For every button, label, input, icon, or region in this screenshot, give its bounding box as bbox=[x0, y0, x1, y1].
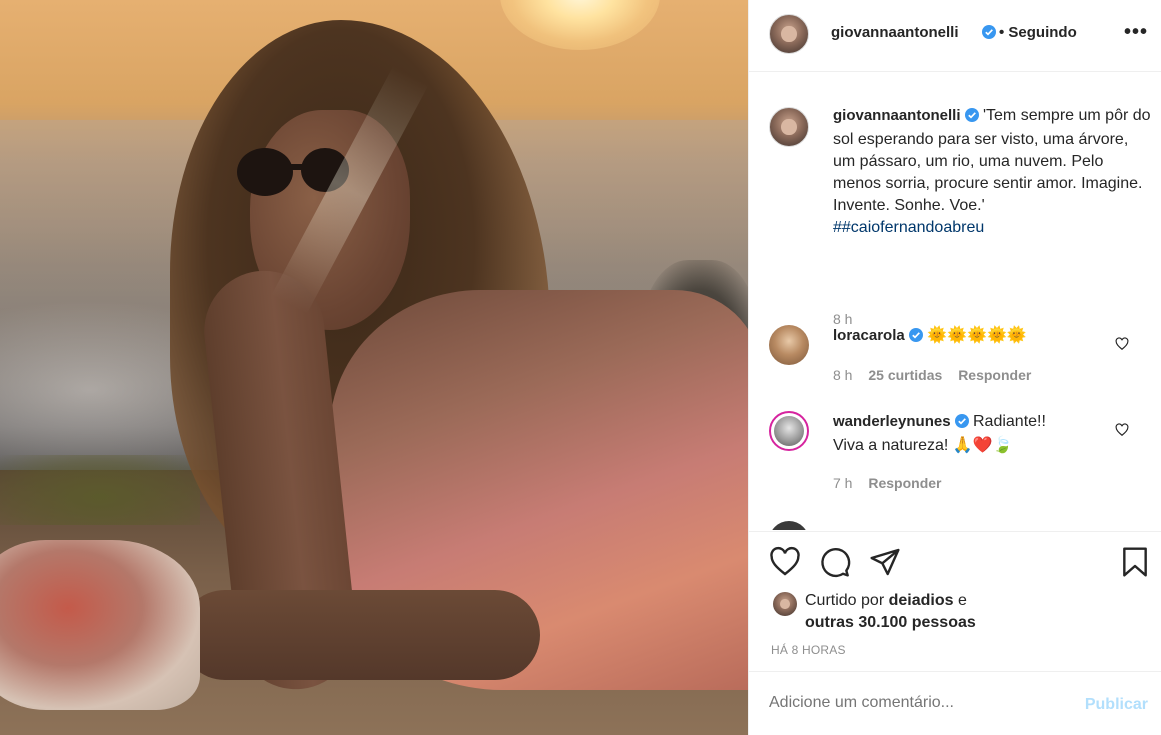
save-bookmark-icon[interactable] bbox=[1119, 546, 1151, 578]
verified-icon bbox=[982, 25, 996, 43]
comment-meta: 7 h Responder bbox=[833, 475, 953, 491]
reply-button[interactable]: Responder bbox=[868, 475, 941, 491]
likes-text: Curtido por deiadios e outras 30.100 pes… bbox=[805, 590, 976, 634]
comment-text: loracarola 🌞🌞🌞🌞🌞 bbox=[833, 325, 1093, 349]
verified-icon bbox=[954, 413, 969, 435]
posted-timestamp[interactable]: HÁ 8 HORAS bbox=[771, 643, 846, 657]
hashtag-link[interactable]: ##caiofernandoabreu bbox=[833, 219, 984, 236]
liker-avatar[interactable] bbox=[773, 592, 797, 616]
sun bbox=[500, 0, 660, 50]
liker-username[interactable]: deiadios bbox=[889, 592, 954, 609]
reply-button[interactable]: Responder bbox=[958, 367, 1031, 383]
grass bbox=[0, 455, 200, 525]
commenter-avatar-story-ring[interactable] bbox=[769, 411, 809, 451]
forearm bbox=[180, 590, 540, 680]
follow-status[interactable]: • Seguindo bbox=[999, 24, 1077, 41]
comment-bubble-icon[interactable] bbox=[819, 546, 851, 578]
verified-icon bbox=[908, 327, 923, 349]
comment-meta: 8 h 25 curtidas Responder bbox=[833, 367, 1043, 383]
post-photo[interactable] bbox=[0, 0, 748, 735]
verified-icon bbox=[964, 107, 979, 129]
comment-body-line2: Viva a natureza! 🙏❤️🍃 bbox=[833, 437, 1013, 454]
comment-body: 🌞🌞🌞🌞🌞 bbox=[927, 327, 1027, 344]
like-comment-heart-icon[interactable] bbox=[1115, 423, 1129, 441]
caption-author-avatar[interactable] bbox=[769, 107, 809, 147]
share-paper-plane-icon[interactable] bbox=[869, 546, 901, 578]
more-horizontal-icon[interactable]: ••• bbox=[1124, 22, 1148, 42]
comment-likes[interactable]: 25 curtidas bbox=[868, 367, 942, 383]
comment-text: wanderleynunes Radiante!! Viva a naturez… bbox=[833, 411, 1093, 457]
commenter-avatar[interactable] bbox=[769, 521, 809, 530]
like-comment-heart-icon[interactable] bbox=[1115, 337, 1129, 355]
caption-username[interactable]: giovannaantonelli bbox=[833, 107, 961, 124]
comment-username[interactable]: wanderleynunes bbox=[833, 413, 951, 430]
likes-others-count[interactable]: outras 30.100 pessoas bbox=[805, 614, 976, 631]
caption-text: giovannaantonelli 'Tem sempre um pôr do … bbox=[833, 105, 1153, 239]
comment-time[interactable]: 7 h bbox=[833, 475, 852, 491]
comment-input[interactable] bbox=[769, 694, 1069, 712]
add-comment-bar: Publicar bbox=[749, 671, 1161, 735]
comment-time[interactable]: 8 h bbox=[833, 367, 852, 383]
likes-prefix: Curtido por bbox=[805, 592, 885, 609]
author-username[interactable]: giovannaantonelli bbox=[831, 24, 959, 41]
like-heart-icon[interactable] bbox=[769, 546, 801, 578]
post-actions: Curtido por deiadios e outras 30.100 pes… bbox=[749, 531, 1161, 671]
comment-username[interactable]: loracarola bbox=[833, 327, 905, 344]
likes-connector: e bbox=[957, 592, 967, 609]
post-side-panel: giovannaantonelli • Seguindo ••• giovann… bbox=[748, 0, 1161, 735]
post-header: giovannaantonelli • Seguindo ••• bbox=[749, 0, 1161, 72]
author-avatar[interactable] bbox=[769, 14, 809, 54]
comments-list[interactable]: giovannaantonelli 'Tem sempre um pôr do … bbox=[749, 73, 1161, 530]
comment-body: Radiante!! bbox=[973, 413, 1046, 430]
publish-button[interactable]: Publicar bbox=[1085, 696, 1148, 714]
towel bbox=[0, 540, 200, 710]
commenter-avatar[interactable] bbox=[769, 325, 809, 365]
